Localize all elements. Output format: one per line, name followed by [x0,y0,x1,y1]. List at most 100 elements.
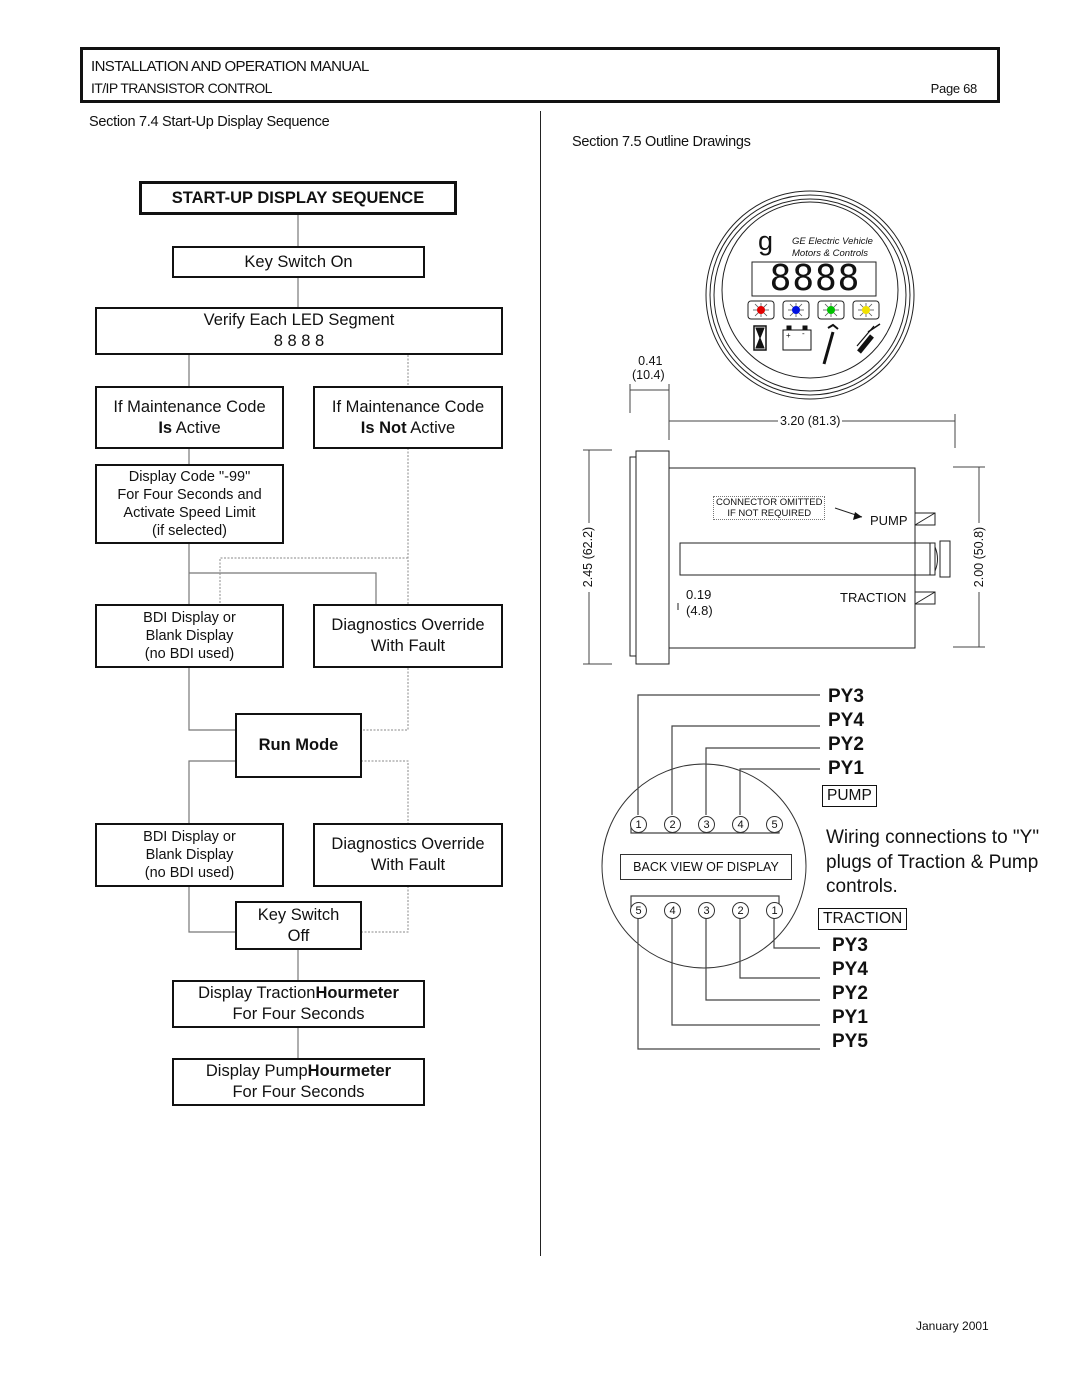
connector-omitted-note: CONNECTOR OMITTED IF NOT REQUIRED [713,496,826,520]
led-dot [757,306,765,314]
connector-note-line2: IF NOT REQUIRED [727,508,812,519]
connector-note-line1: CONNECTOR OMITTED [716,497,823,508]
pump-hour-line1: Display PumpHourmeter [206,1061,391,1082]
dim-bezel-in: 0.41 [638,354,663,368]
traction-pin-3: 3 [698,902,715,919]
wiring-note-line3: controls. [826,876,898,897]
verify-line1: Verify Each LED Segment [203,311,395,330]
bdi2-line3: (no BDI used) [144,865,235,882]
pump-wire-py1: PY1 [828,758,864,779]
traction-hour-prefix: Display Traction [198,984,316,1003]
diagnostics-override-box-2: Diagnostics Override With Fault [313,823,503,887]
display-code-box: Display Code "-99" For Four Seconds and … [95,464,284,544]
pump-pin-4: 4 [732,816,749,833]
display-code-line3: Activate Speed Limit [123,505,256,521]
wiring-note-line1: Wiring connections to "Y" [826,827,1040,848]
maint-not-active-line2: Is Not Active [361,418,455,439]
dim-bezel-mm: (10.4) [632,368,665,382]
traction-wire-py3: PY3 [832,935,868,956]
display-code-line4: (if selected) [152,523,227,540]
pump-hour-bold: Hourmeter [307,1062,392,1081]
traction-hour-bold: Hourmeter [315,984,399,1003]
bdi1-line1: BDI Display or [143,609,236,626]
diag2-line1: Diagnostics Override [331,835,485,854]
maint-active-bold: Is [158,418,173,437]
bdi2-line2: Blank Display [145,846,234,863]
side-pump-label: PUMP [870,513,908,528]
maint-not-active-box: If Maintenance Code Is Not Active [313,386,503,449]
key-off-line2: Off [287,926,310,945]
led-display-digits: 8888 [769,258,861,299]
dim-body-length: 3.20 (81.3) [778,414,843,428]
traction-pin-4: 4 [664,902,681,919]
bdi-display-box-1: BDI Display or Blank Display (no BDI use… [95,604,284,668]
dim-gap-mm: (4.8) [686,603,713,618]
display-code-line1: Display Code "-99" [128,468,251,485]
run-mode-box: Run Mode [235,713,362,778]
bdi2-line1: BDI Display or [143,828,236,845]
pump-label-box: PUMP [822,785,877,807]
traction-pin-1: 1 [766,902,783,919]
pump-pin-3: 3 [698,816,715,833]
traction-wire-py1: PY1 [832,1007,868,1028]
wiring-note: Wiring connections to "Y" plugs of Tract… [826,826,1039,900]
maint-active-line1: If Maintenance Code [113,397,266,416]
maint-not-active-bold: Is Not [360,418,407,437]
ge-logo: g [758,226,774,256]
maint-not-active-rest: Active [406,418,456,437]
key-switch-off-box: Key Switch Off [235,901,362,950]
wiring-note-line2: plugs of Traction & Pump [826,851,1039,873]
led-indicator-1 [753,303,769,317]
traction-wire-py5: PY5 [832,1031,868,1052]
brand-line1: GE Electric Vehicle [792,236,873,247]
diag1-line1: Diagnostics Override [331,616,485,635]
display-code-line2: For Four Seconds and [117,486,262,503]
led-indicator-4 [858,303,874,317]
led-indicator-3 [823,303,839,317]
bdi-display-box-2: BDI Display or Blank Display (no BDI use… [95,823,284,887]
bdi1-line2: Blank Display [145,627,234,644]
pump-pin-1: 1 [630,816,647,833]
led-indicator-2 [788,303,804,317]
key-switch-on-box: Key Switch On [172,246,425,278]
traction-pin-5: 5 [630,902,647,919]
footer-date: January 2001 [916,1319,989,1333]
dim-gap-in: 0.19 [686,587,712,602]
verify-led-box: Verify Each LED Segment 8 8 8 8 [95,307,503,355]
dim-overall-height: 2.45 (62.2) [581,526,595,588]
back-view-label: BACK VIEW OF DISPLAY [620,854,792,880]
bdi1-line3: (no BDI used) [144,646,235,663]
dim-body-height: 2.00 (50.8) [972,526,986,588]
pump-hour-prefix: Display Pump [205,1062,308,1081]
traction-hour-line2: For Four Seconds [232,1005,365,1023]
pump-pin-2: 2 [664,816,681,833]
maint-active-box: If Maintenance Code Is Active [95,386,284,449]
dim-gap: 0.19 (4.8) [686,587,713,619]
battery-plus: + [786,331,791,340]
verify-line2: 8 8 8 8 [273,332,325,350]
traction-hourmeter-box: Display TractionHourmeter For Four Secon… [172,980,425,1028]
pump-pin-5: 5 [766,816,783,833]
pump-wire-py2: PY2 [828,734,864,755]
side-traction-label: TRACTION [840,590,907,605]
traction-pin-2: 2 [732,902,749,919]
flowchart-title: START-UP DISPLAY SEQUENCE [139,181,457,215]
pump-hourmeter-box: Display PumpHourmeter For Four Seconds [172,1058,425,1106]
pump-wire-py3: PY3 [828,686,864,707]
gauge-icons [753,323,881,365]
maint-active-line2: Is Active [158,418,220,439]
traction-label-box: TRACTION [818,908,908,930]
pump-hour-line2: For Four Seconds [232,1083,365,1101]
dim-bezel-depth: 0.41 (10.4) [632,354,665,382]
maint-not-active-line1: If Maintenance Code [331,397,485,416]
wrench-icon [822,323,839,365]
diagnostics-override-box-1: Diagnostics Override With Fault [313,604,503,668]
maint-active-rest: Active [172,418,221,437]
traction-wire-py2: PY2 [832,983,868,1004]
key-off-line1: Key Switch [257,905,340,924]
led-dot [862,306,870,314]
gauge-brand: GE Electric Vehicle Motors & Controls [792,236,873,260]
diag1-line2: With Fault [370,637,446,655]
traction-hour-line1: Display TractionHourmeter [198,983,399,1004]
led-dot [827,306,835,314]
